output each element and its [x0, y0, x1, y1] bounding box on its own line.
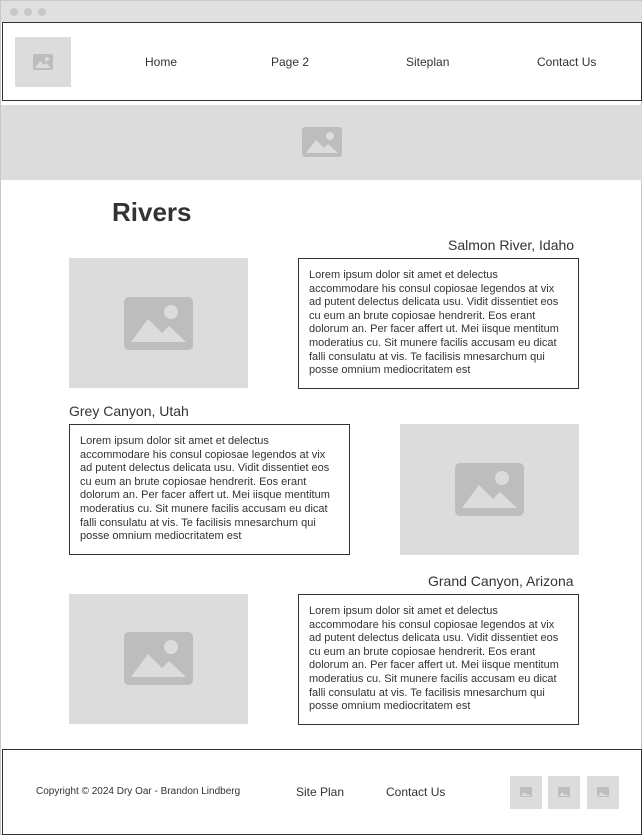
image-icon — [124, 297, 193, 350]
nav-link-contact-us[interactable]: Contact Us — [537, 55, 596, 69]
copyright-text: Copyright © 2024 Dry Oar - Brandon Lindb… — [36, 786, 241, 797]
window-titlebar — [1, 1, 642, 22]
nav-link-siteplan[interactable]: Siteplan — [406, 55, 449, 69]
nav-link-home[interactable]: Home — [145, 55, 177, 69]
river-image — [69, 258, 248, 388]
page-title: Rivers — [112, 197, 192, 227]
river-description: Lorem ipsum dolor sit amet et delectus a… — [298, 594, 579, 725]
footer-link-site-plan[interactable]: Site Plan — [296, 785, 344, 799]
footer-link-contact-us[interactable]: Contact Us — [386, 785, 445, 799]
window-dot-icon — [10, 8, 18, 16]
image-icon — [558, 787, 570, 797]
image-icon — [302, 127, 342, 157]
river-title-grand-canyon: Grand Canyon, Arizona — [428, 573, 574, 589]
image-icon — [455, 463, 524, 516]
browser-window: Home Page 2 Siteplan Contact Us Rivers S… — [0, 0, 642, 835]
image-icon — [33, 54, 53, 70]
river-title-grey-canyon: Grey Canyon, Utah — [69, 403, 189, 419]
window-dot-icon — [38, 8, 46, 16]
river-title-salmon: Salmon River, Idaho — [448, 237, 575, 253]
site-footer: Copyright © 2024 Dry Oar - Brandon Lindb… — [2, 749, 642, 835]
image-icon — [520, 787, 532, 797]
hero-banner-image — [1, 105, 642, 180]
social-link[interactable] — [510, 776, 542, 809]
image-icon — [597, 787, 609, 797]
river-image — [69, 594, 248, 724]
logo[interactable] — [15, 37, 71, 87]
river-image — [400, 424, 579, 555]
site-header: Home Page 2 Siteplan Contact Us — [2, 22, 642, 101]
window-dot-icon — [24, 8, 32, 16]
river-description: Lorem ipsum dolor sit amet et delectus a… — [298, 258, 579, 389]
nav-link-page-2[interactable]: Page 2 — [271, 55, 309, 69]
image-icon — [124, 632, 193, 685]
social-link[interactable] — [548, 776, 580, 809]
social-link[interactable] — [587, 776, 619, 809]
river-description: Lorem ipsum dolor sit amet et delectus a… — [69, 424, 350, 555]
